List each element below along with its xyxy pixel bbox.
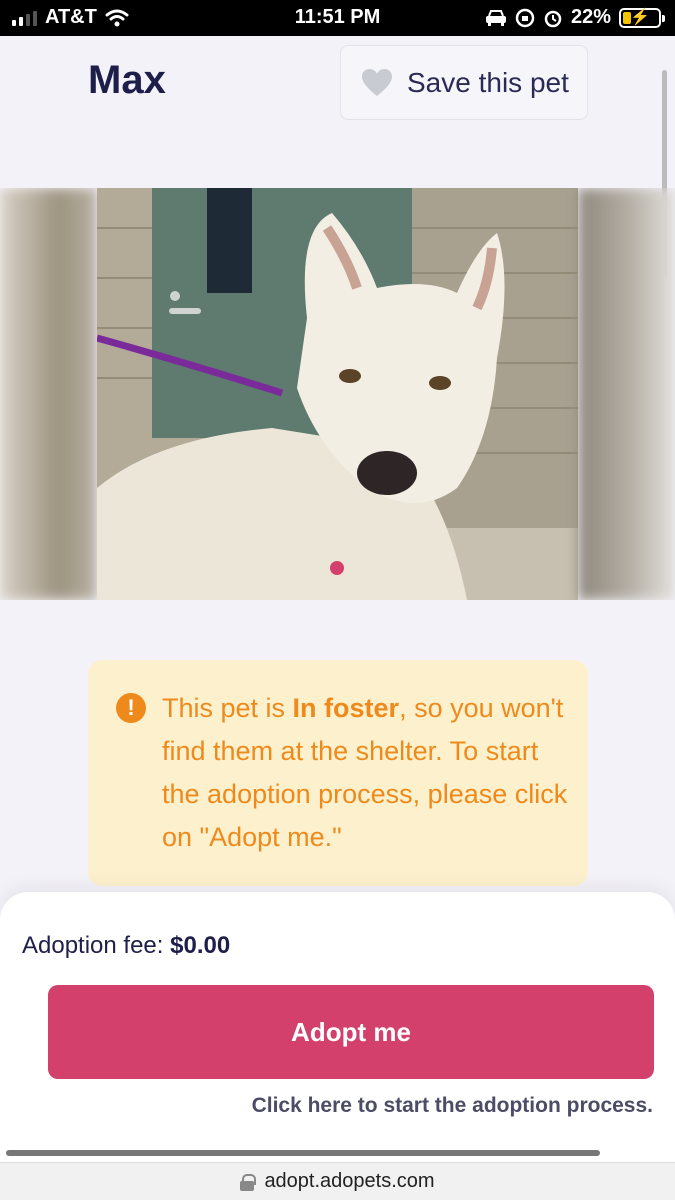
- battery-charging-icon: ⚡: [619, 7, 665, 28]
- photo-blur-left: [0, 188, 97, 600]
- url-text[interactable]: adopt.adopets.com: [264, 1170, 434, 1193]
- photo-blur-right: [578, 188, 675, 600]
- foster-notice: ! This pet is In foster, so you won't fi…: [88, 660, 588, 886]
- adoption-sheet: Adoption fee: $0.00 Adopt me Click here …: [0, 892, 675, 1162]
- save-pet-label: Save this pet: [407, 66, 569, 98]
- alarm-icon: [544, 10, 562, 27]
- dog-photo: [97, 188, 578, 600]
- adoption-hint-link[interactable]: Click here to start the adoption process…: [252, 1094, 653, 1118]
- car-icon: [485, 9, 506, 26]
- save-pet-button[interactable]: Save this pet: [340, 45, 588, 120]
- pet-photo[interactable]: [97, 188, 578, 600]
- adoption-fee: Adoption fee: $0.00: [22, 932, 230, 960]
- photo-carousel[interactable]: [0, 188, 675, 600]
- home-indicator[interactable]: [6, 1150, 600, 1156]
- foster-notice-text: This pet is In foster, so you won't find…: [162, 687, 572, 859]
- adopt-me-button[interactable]: Adopt me: [48, 985, 654, 1079]
- lock-icon: [240, 1173, 257, 1191]
- fee-value: $0.00: [170, 932, 231, 959]
- browser-url-bar[interactable]: adopt.adopets.com: [0, 1162, 675, 1200]
- heart-icon: [362, 68, 392, 96]
- notice-prefix: This pet is: [162, 693, 293, 723]
- battery-percent: 22%: [570, 6, 611, 28]
- warning-icon: !: [116, 693, 146, 723]
- rotation-lock-icon: [515, 8, 535, 27]
- foster-status: In foster: [292, 693, 400, 723]
- pet-name: Max: [88, 58, 166, 102]
- fee-label: Adoption fee:: [22, 932, 164, 959]
- status-bar: AT&T 11:51 PM 22% ⚡: [0, 0, 675, 36]
